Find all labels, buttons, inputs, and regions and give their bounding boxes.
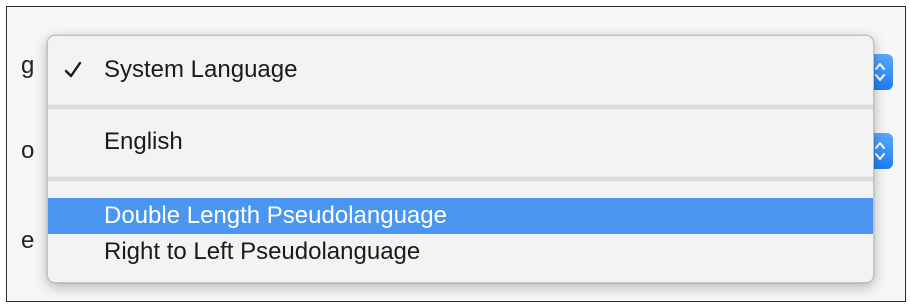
language-popup-menu: System Language English Double Length Ps… <box>47 35 874 283</box>
menu-item-double-length-pseudolanguage[interactable]: Double Length Pseudolanguage <box>48 198 873 234</box>
menu-separator <box>48 176 873 182</box>
menu-item-right-to-left-pseudolanguage[interactable]: Right to Left Pseudolanguage <box>48 234 873 270</box>
menu-item-system-language[interactable]: System Language <box>48 52 873 88</box>
menu-item-english[interactable]: English <box>48 124 873 160</box>
menu-separator <box>48 104 873 110</box>
bg-label-language: g <box>21 52 35 79</box>
menu-item-label: English <box>104 128 183 155</box>
menu-item-label: System Language <box>104 56 298 83</box>
bg-label-other: e <box>21 227 35 254</box>
menu-item-label: Right to Left Pseudolanguage <box>104 238 421 265</box>
chevron-up-down-icon <box>875 142 885 160</box>
bg-label-region: o <box>21 137 35 164</box>
chevron-up-down-icon <box>875 63 885 81</box>
checkmark-icon <box>64 61 82 78</box>
window-frame: g o e System Language English Double Len… <box>6 6 906 302</box>
menu-item-label: Double Length Pseudolanguage <box>104 202 447 229</box>
